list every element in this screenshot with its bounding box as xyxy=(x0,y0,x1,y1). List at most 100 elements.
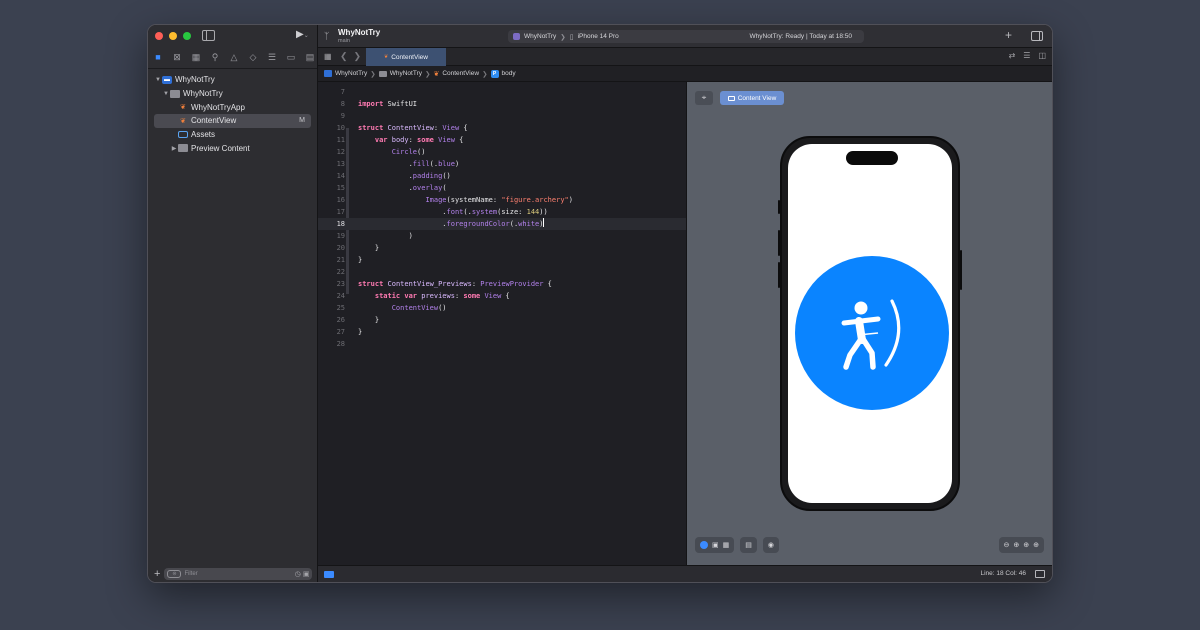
divider xyxy=(148,68,317,69)
run-button[interactable]: ▶⌄ xyxy=(296,29,309,40)
tree-item-group[interactable]: ▶ Preview Content xyxy=(148,141,317,155)
preview-icon xyxy=(727,95,735,101)
tree-item-label: Preview Content xyxy=(191,143,250,153)
sidebar-toggle-icon[interactable] xyxy=(202,30,215,41)
code-line: 16 Image(systemName: "figure.archery") xyxy=(318,194,686,206)
breakpoint-navigator-icon[interactable]: ▭ xyxy=(285,52,297,63)
folder-icon xyxy=(178,144,188,153)
tree-item-label: Assets xyxy=(191,130,216,140)
test-navigator-icon[interactable]: ◇ xyxy=(247,52,259,63)
zoom-button[interactable] xyxy=(183,32,191,40)
line-number: 14 xyxy=(336,172,345,180)
line-number: 9 xyxy=(340,112,345,120)
chevron-right-icon[interactable]: ▶ xyxy=(170,145,178,152)
swift-file-icon: ❦ xyxy=(180,117,186,125)
debug-area-toggle-icon[interactable] xyxy=(324,571,334,578)
device-screen xyxy=(788,144,952,503)
minimap-icon[interactable] xyxy=(1035,570,1045,578)
chevron-down-icon[interactable]: ▼ xyxy=(154,77,162,83)
line-number: 20 xyxy=(336,244,345,252)
tree-item-file-selected[interactable]: ❦ ContentView M xyxy=(154,114,311,128)
navigator-filter-bar: + ⊜ Filter ◷ ▣ xyxy=(154,568,313,580)
close-button[interactable] xyxy=(155,32,163,40)
split-editor-icon[interactable]: ◫ xyxy=(1038,51,1046,60)
run-device-button[interactable]: ◉ xyxy=(762,537,779,553)
code-editor[interactable]: 7 8 import SwiftUI 9 10 struct ContentView… xyxy=(318,82,686,567)
chevron-right-icon: ❯ xyxy=(424,70,431,78)
recent-files-icon[interactable]: ◷ ▣ xyxy=(295,570,310,578)
branch-icon: ᛉ xyxy=(324,31,330,41)
library-button[interactable]: + xyxy=(1005,28,1012,42)
line-number: 17 xyxy=(336,208,345,216)
folder-icon xyxy=(170,89,180,98)
breadcrumb-project[interactable]: WhyNotTry xyxy=(335,70,367,77)
folder-icon xyxy=(378,70,387,77)
archery-figure-icon xyxy=(841,299,901,370)
scheme-selector[interactable]: WhyNotTry ❯ ▯ iPhone 14 Pro WhyNotTry: R… xyxy=(508,30,864,43)
tree-item-project[interactable]: ▼ ▬ WhyNotTry xyxy=(148,73,317,87)
preview-canvas[interactable]: ⌖ Content View ▣ ▦ ▤ ◉ ⊖ ⊕ ⊕ ⊕ xyxy=(686,82,1052,567)
variants-icon[interactable]: ▦ xyxy=(723,541,730,549)
line-number: 16 xyxy=(336,196,345,204)
chevron-down-icon[interactable]: ▼ xyxy=(162,91,170,97)
line-number: 28 xyxy=(336,340,345,348)
history-nav[interactable]: ❮❯ xyxy=(340,51,367,62)
zoom-out-icon[interactable]: ⊖ xyxy=(1004,541,1010,549)
line-number: 19 xyxy=(336,232,345,240)
code-line: 12 Circle() xyxy=(318,146,686,158)
zoom-fit-icon[interactable]: ⊕ xyxy=(1013,541,1019,549)
tree-item-label: WhyNotTryApp xyxy=(191,102,245,112)
blue-circle xyxy=(795,256,949,410)
preview-selector-button[interactable]: Content View xyxy=(720,91,784,105)
debug-navigator-icon[interactable]: ☰ xyxy=(266,52,278,63)
code-line: 21} xyxy=(318,254,686,266)
tree-item-group[interactable]: ▼ WhyNotTry xyxy=(148,87,317,101)
tab-contentview[interactable]: ❦ ContentView xyxy=(366,48,446,66)
zoom-100-icon[interactable]: ⊕ xyxy=(1023,541,1029,549)
report-navigator-icon[interactable]: ▤ xyxy=(304,52,316,63)
related-items-icon[interactable]: ▦ xyxy=(324,52,332,61)
project-navigator: ▶⌄ ■ ⊠ ▦ ⚲ △ ◇ ☰ ▭ ▤ ▼ ▬ WhyNotTry ▼ Why… xyxy=(148,25,318,582)
code-line: 28 xyxy=(318,338,686,350)
tree-item-label: WhyNotTry xyxy=(183,89,223,99)
activity-status: WhyNotTry: Ready | Today at 18:50 xyxy=(749,33,853,40)
line-number: 23 xyxy=(336,280,345,288)
folder-navigator-icon[interactable]: ■ xyxy=(152,52,164,63)
code-line: 17 .font(.system(size: 144)) xyxy=(318,206,686,218)
editor-options-icon[interactable]: ☰ xyxy=(1023,51,1030,60)
toolbar: ᛉ WhyNotTry main WhyNotTry ❯ ▯ iPhone 14… xyxy=(318,25,1052,48)
code-line-current: 18 .foregroundColor(.white) xyxy=(318,218,686,230)
volume-down-button xyxy=(778,262,780,288)
navigator-selector: ■ ⊠ ▦ ⚲ △ ◇ ☰ ▭ ▤ xyxy=(152,52,316,63)
project-title: WhyNotTry xyxy=(338,28,381,37)
symbol-navigator-icon[interactable]: ▦ xyxy=(190,52,202,63)
swift-file-icon: ❦ xyxy=(384,54,389,60)
jump-bar: WhyNotTry ❯ WhyNotTry ❯ ❦ ContentView ❯ … xyxy=(318,66,1052,82)
find-navigator-icon[interactable]: ⚲ xyxy=(209,52,221,63)
breadcrumb-symbol[interactable]: body xyxy=(502,70,516,77)
project-icon: ▬ xyxy=(162,75,172,84)
issue-navigator-icon[interactable]: △ xyxy=(228,52,240,63)
device-settings-button[interactable]: ▤ xyxy=(740,537,757,553)
filter-options-icon[interactable]: ⊜ xyxy=(167,570,182,578)
source-control-icon[interactable]: ⊠ xyxy=(171,52,183,63)
dynamic-island xyxy=(846,151,898,165)
zoom-group: ⊖ ⊕ ⊕ ⊕ xyxy=(998,537,1044,553)
tree-item-file[interactable]: ❦ WhyNotTryApp xyxy=(148,100,317,114)
minimize-button[interactable] xyxy=(169,32,177,40)
refresh-icon[interactable]: ⇄ xyxy=(1009,51,1016,60)
zoom-in-icon[interactable]: ⊕ xyxy=(1033,541,1039,549)
code-line: 11 var body: some View { xyxy=(318,134,686,146)
selectable-mode-icon[interactable]: ▣ xyxy=(712,541,719,549)
code-line: 26 } xyxy=(318,314,686,326)
add-file-button[interactable]: + xyxy=(154,568,160,580)
breadcrumb-file[interactable]: ContentView xyxy=(442,70,479,77)
breadcrumb-group[interactable]: WhyNotTry xyxy=(390,70,422,77)
inspector-toggle-icon[interactable] xyxy=(1031,31,1043,41)
live-mode-icon[interactable] xyxy=(700,541,708,549)
filter-input[interactable]: ⊜ Filter ◷ ▣ xyxy=(164,568,313,580)
volume-up-button xyxy=(778,230,780,256)
tree-item-assets[interactable]: Assets xyxy=(148,128,317,142)
code-line: 13 .fill(.blue) xyxy=(318,158,686,170)
pin-preview-button[interactable]: ⌖ xyxy=(695,91,713,105)
